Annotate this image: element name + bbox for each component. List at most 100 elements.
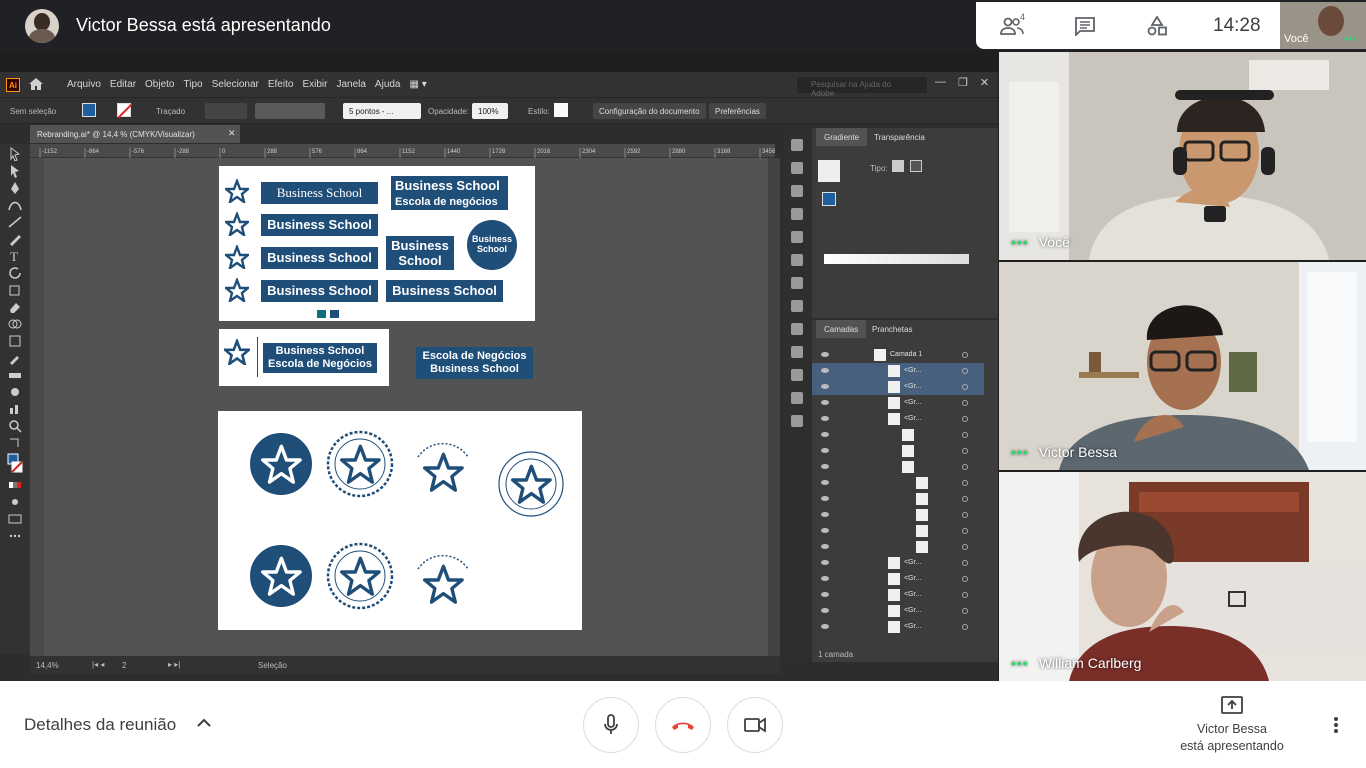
layer-row[interactable]: <Gr... (812, 603, 984, 619)
minimize-icon[interactable]: — (935, 76, 946, 89)
opacity-input[interactable]: 100% (472, 103, 508, 119)
target-circle-icon[interactable] (962, 480, 968, 486)
pathfinder-panel-icon[interactable] (791, 346, 803, 358)
target-circle-icon[interactable] (962, 512, 968, 518)
paragraph-panel-icon[interactable] (791, 162, 803, 174)
graphic-styles-panel-icon[interactable] (791, 392, 803, 404)
help-search-input[interactable]: Pesquisar na Ajuda do Adobe (797, 77, 927, 98)
visibility-eye-icon[interactable] (821, 576, 829, 581)
artboard-1[interactable]: Business School Business School Business… (219, 166, 535, 321)
menu-item-janela[interactable]: Janela (336, 79, 365, 90)
artboard-tool-icon[interactable] (7, 334, 23, 348)
self-view-thumbnail[interactable]: Você ••• (1280, 2, 1366, 49)
graph-tool-icon[interactable] (7, 402, 23, 416)
layer-row[interactable]: <Gr... (812, 571, 984, 587)
fill-stroke-mini-icon[interactable] (822, 192, 836, 206)
meeting-details-button[interactable]: Detalhes da reunião (24, 715, 176, 735)
visibility-eye-icon[interactable] (821, 512, 829, 517)
layer-row[interactable] (812, 443, 984, 459)
menu-item-ajuda[interactable]: Ajuda (375, 79, 401, 90)
target-circle-icon[interactable] (962, 400, 968, 406)
draw-mode-icon[interactable] (7, 495, 23, 509)
more-options-icon[interactable] (1328, 715, 1344, 735)
visibility-eye-icon[interactable] (821, 464, 829, 469)
gradient-slider[interactable] (824, 254, 969, 264)
gradient-swatch[interactable] (818, 160, 840, 182)
eyedropper-tool-icon[interactable] (7, 351, 23, 365)
microphone-button[interactable] (583, 697, 639, 753)
layer-row[interactable]: Camada 1 (812, 347, 984, 363)
target-circle-icon[interactable] (962, 544, 968, 550)
chevron-up-icon[interactable] (196, 717, 212, 729)
screen-mode-icon[interactable] (7, 512, 23, 526)
appearance-panel-icon[interactable] (791, 369, 803, 381)
eraser-tool-icon[interactable] (7, 300, 23, 314)
layer-row[interactable] (812, 427, 984, 443)
character-panel-icon[interactable] (791, 139, 803, 151)
workspace-switcher-icon[interactable]: ▦ ▾ (410, 79, 427, 90)
line-tool-icon[interactable] (7, 215, 23, 229)
visibility-eye-icon[interactable] (821, 448, 829, 453)
presenting-status[interactable]: Victor Bessa está apresentando (1170, 721, 1294, 755)
menu-item-objeto[interactable]: Objeto (145, 79, 174, 90)
curvature-tool-icon[interactable] (7, 198, 23, 212)
target-circle-icon[interactable] (962, 352, 968, 358)
blend-tool-icon[interactable] (7, 368, 23, 382)
visibility-eye-icon[interactable] (821, 368, 829, 373)
target-circle-icon[interactable] (962, 384, 968, 390)
tab-transparency[interactable]: Transparência (866, 128, 933, 146)
visibility-eye-icon[interactable] (821, 432, 829, 437)
artboard-2[interactable]: Business School Escola de Negócios (219, 329, 389, 386)
target-circle-icon[interactable] (962, 592, 968, 598)
menu-item-selecionar[interactable]: Selecionar (212, 79, 259, 90)
layer-row[interactable]: <Gr... (812, 363, 984, 379)
artboard-nav-icon[interactable]: |◂ ◂ (92, 660, 104, 669)
more-tools-icon[interactable] (7, 529, 23, 543)
home-icon[interactable] (28, 77, 44, 96)
layer-row[interactable]: <Gr... (812, 379, 984, 395)
target-circle-icon[interactable] (962, 432, 968, 438)
visibility-eye-icon[interactable] (821, 384, 829, 389)
layer-row[interactable] (812, 475, 984, 491)
zoom-level[interactable]: 14,4% (36, 661, 59, 670)
artboard-3[interactable] (218, 411, 582, 630)
tab-artboards[interactable]: Pranchetas (864, 320, 920, 338)
document-setup-button[interactable]: Configuração do documento (593, 103, 706, 119)
target-circle-icon[interactable] (962, 464, 968, 470)
preferences-button[interactable]: Preferências (709, 103, 766, 119)
video-tile-self[interactable]: ••• Você (999, 52, 1366, 260)
libraries-panel-icon[interactable] (791, 208, 803, 220)
people-icon[interactable]: 4 (1000, 12, 1026, 38)
pen-tool-icon[interactable] (7, 181, 23, 195)
brush-dropdown[interactable]: 5 pontos - ... (343, 103, 421, 119)
properties-panel-icon[interactable] (791, 185, 803, 197)
target-circle-icon[interactable] (962, 448, 968, 454)
tab-close-icon[interactable]: ✕ (228, 128, 236, 139)
layer-row[interactable] (812, 539, 984, 555)
target-circle-icon[interactable] (962, 560, 968, 566)
camera-button[interactable] (727, 697, 783, 753)
shape-builder-tool-icon[interactable] (7, 317, 23, 331)
visibility-eye-icon[interactable] (821, 496, 829, 501)
visibility-eye-icon[interactable] (821, 544, 829, 549)
video-tile-victor-bessa[interactable]: ••• Victor Bessa (999, 262, 1366, 470)
zoom-tool-icon[interactable] (7, 419, 23, 433)
visibility-eye-icon[interactable] (821, 528, 829, 533)
brush-tool-icon[interactable] (7, 232, 23, 246)
align-panel-icon[interactable] (791, 300, 803, 312)
visibility-eye-icon[interactable] (821, 608, 829, 613)
layer-row[interactable]: <Gr... (812, 395, 984, 411)
visibility-eye-icon[interactable] (821, 560, 829, 565)
radial-gradient-icon[interactable] (910, 160, 922, 172)
variable-width-dropdown[interactable] (255, 103, 325, 119)
tab-gradient[interactable]: Gradiente (816, 128, 868, 146)
scale-tool-icon[interactable] (7, 283, 23, 297)
document-tab[interactable]: Rebranding.ai* @ 14,4 % (CMYK/Visualizar… (30, 125, 240, 143)
leave-call-button[interactable] (655, 697, 711, 753)
menu-item-efeito[interactable]: Efeito (268, 79, 294, 90)
fill-stroke-icon[interactable] (7, 453, 23, 475)
color-mode-icon[interactable] (7, 478, 23, 492)
menu-item-exibir[interactable]: Exibir (302, 79, 327, 90)
artboard-number[interactable]: 2 (122, 661, 126, 670)
video-tile-william-carlberg[interactable]: ••• William Carlberg (999, 472, 1366, 681)
